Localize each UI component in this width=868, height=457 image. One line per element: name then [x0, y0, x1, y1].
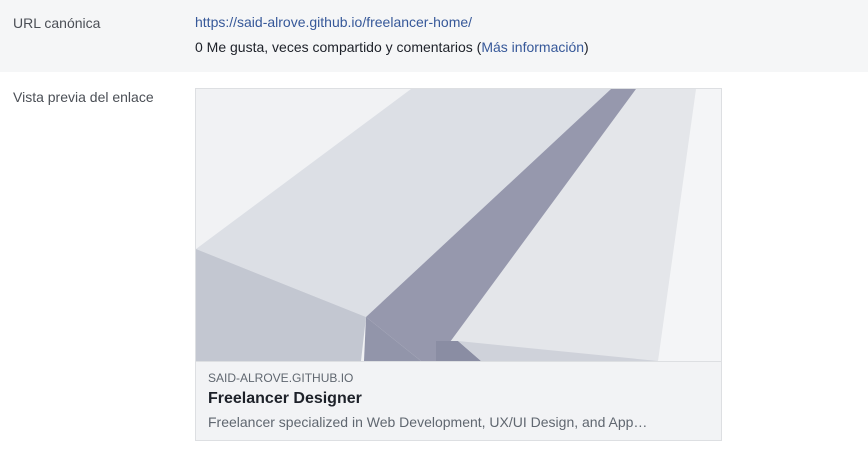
preview-description: Freelancer specialized in Web Developmen… [208, 414, 648, 430]
link-preview-meta: SAID-ALROVE.GITHUB.IO Freelancer Designe… [196, 361, 721, 440]
canonical-url-link[interactable]: https://said-alrove.github.io/freelancer… [195, 13, 472, 31]
canonical-url-row: URL canónica https://said-alrove.github.… [0, 0, 868, 72]
more-info-link[interactable]: Más información [481, 39, 584, 55]
engagement-stats-text: 0 Me gusta, veces compartido y comentari… [195, 39, 482, 55]
preview-title[interactable]: Freelancer Designer [208, 389, 362, 409]
canonical-url-label: URL canónica [13, 15, 101, 31]
paper-plane-illustration [196, 89, 721, 361]
engagement-stats: 0 Me gusta, veces compartido y comentari… [195, 39, 589, 56]
preview-domain: SAID-ALROVE.GITHUB.IO [208, 371, 354, 385]
link-preview-card[interactable]: SAID-ALROVE.GITHUB.IO Freelancer Designe… [195, 88, 722, 441]
link-preview-label: Vista previa del enlace [13, 89, 154, 105]
engagement-stats-close: ) [584, 39, 589, 55]
paper-plane-image [196, 89, 721, 361]
